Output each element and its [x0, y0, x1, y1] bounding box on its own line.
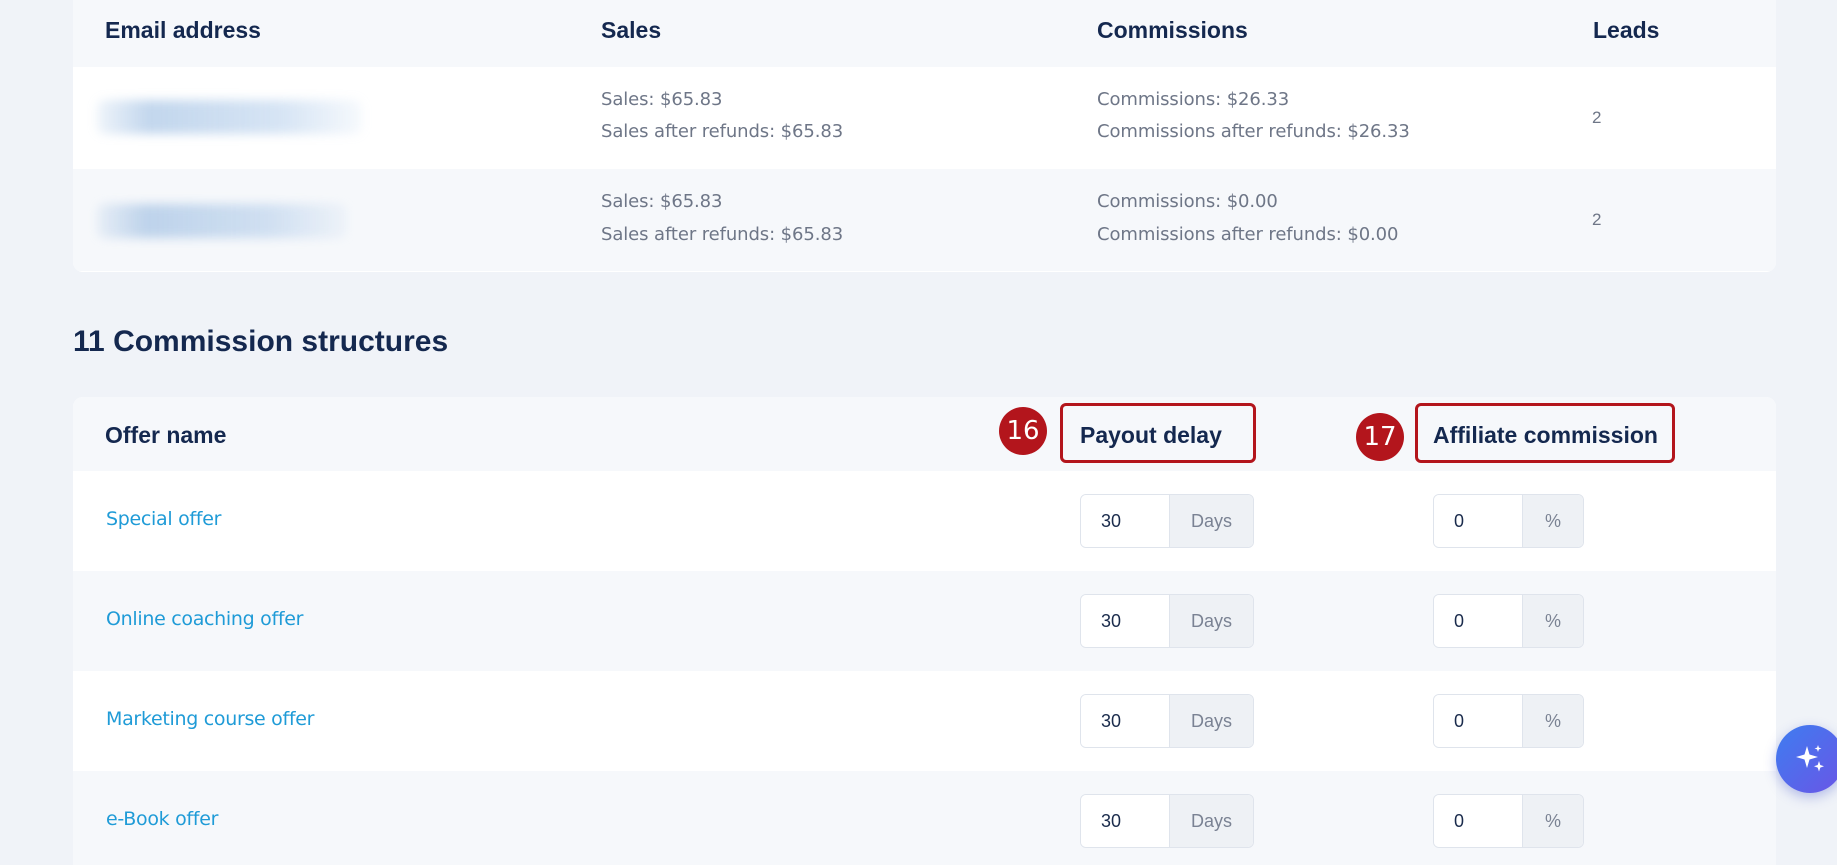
sales-column-header: Sales	[601, 17, 662, 43]
affiliate-commission-highlight	[1415, 403, 1675, 463]
page: Email address Sales Commissions Leads Sa…	[0, 0, 1837, 865]
payout-delay-input[interactable]	[1081, 595, 1169, 647]
offer-name-column-header: Offer name	[105, 422, 227, 448]
table-row: e-Book offer Days %	[73, 771, 1776, 865]
commissions-value: Commissions: $0.00	[1097, 191, 1278, 212]
days-addon: Days	[1169, 695, 1253, 747]
payout-delay-input[interactable]	[1081, 495, 1169, 547]
days-addon: Days	[1169, 795, 1253, 847]
commissions-after-refunds-value: Commissions after refunds: $26.33	[1097, 121, 1410, 142]
affiliate-commission-input[interactable]	[1434, 795, 1522, 847]
section-title: 11 Commission structures	[73, 325, 448, 359]
redacted-email	[97, 204, 347, 238]
percent-addon: %	[1522, 495, 1583, 547]
redacted-email	[97, 100, 362, 134]
offer-link-special[interactable]: Special offer	[106, 508, 221, 530]
payout-delay-field: Days	[1080, 594, 1254, 648]
payout-delay-highlight	[1060, 403, 1256, 463]
percent-addon: %	[1522, 795, 1583, 847]
sales-value: Sales: $65.83	[601, 191, 723, 212]
leads-value: 2	[1592, 210, 1602, 229]
table-row: Sales: $65.83 Sales after refunds: $65.8…	[73, 67, 1776, 169]
affiliate-commission-input[interactable]	[1434, 495, 1522, 547]
email-column-header: Email address	[105, 17, 261, 43]
affiliate-commission-field: %	[1433, 594, 1584, 648]
affiliate-commission-field: %	[1433, 794, 1584, 848]
commission-structures-title: Commission structures	[113, 325, 449, 358]
table-row: Sales: $65.83 Sales after refunds: $65.8…	[73, 169, 1776, 271]
affiliate-commission-input[interactable]	[1434, 695, 1522, 747]
table-row: Special offer Days %	[73, 471, 1776, 571]
commissions-value: Commissions: $26.33	[1097, 89, 1290, 110]
sales-value: Sales: $65.83	[601, 89, 723, 110]
offer-link-marketing-course[interactable]: Marketing course offer	[106, 708, 315, 730]
payout-delay-field: Days	[1080, 494, 1254, 548]
offer-link-ebook[interactable]: e-Book offer	[106, 808, 218, 830]
commissions-after-refunds-value: Commissions after refunds: $0.00	[1097, 224, 1399, 245]
days-addon: Days	[1169, 595, 1253, 647]
table-row: Marketing course offer Days %	[73, 671, 1776, 771]
annotation-badge-17: 17	[1356, 413, 1404, 461]
payout-delay-field: Days	[1080, 694, 1254, 748]
commissions-column-header: Commissions	[1097, 17, 1248, 43]
affiliate-commission-field: %	[1433, 494, 1584, 548]
sales-after-refunds-value: Sales after refunds: $65.83	[601, 121, 844, 142]
table-row: Online coaching offer Days %	[73, 571, 1776, 671]
sales-table-header: Email address Sales Commissions Leads	[73, 0, 1776, 67]
days-addon: Days	[1169, 495, 1253, 547]
offer-link-online-coaching[interactable]: Online coaching offer	[106, 608, 303, 630]
payout-delay-field: Days	[1080, 794, 1254, 848]
payout-delay-input[interactable]	[1081, 695, 1169, 747]
ai-assistant-button[interactable]	[1776, 725, 1837, 793]
leads-column-header: Leads	[1593, 17, 1660, 43]
commission-structures-count: 11	[73, 325, 105, 358]
affiliate-commission-input[interactable]	[1434, 595, 1522, 647]
percent-addon: %	[1522, 595, 1583, 647]
annotation-badge-16: 16	[999, 407, 1047, 455]
affiliate-sales-table: Email address Sales Commissions Leads Sa…	[73, 0, 1776, 272]
leads-value: 2	[1592, 108, 1602, 127]
percent-addon: %	[1522, 695, 1583, 747]
sparkles-icon	[1796, 745, 1824, 772]
commission-structures-table: Offer name Payout delay Affiliate commis…	[73, 397, 1776, 865]
affiliate-commission-field: %	[1433, 694, 1584, 748]
sales-after-refunds-value: Sales after refunds: $65.83	[601, 224, 844, 245]
payout-delay-input[interactable]	[1081, 795, 1169, 847]
